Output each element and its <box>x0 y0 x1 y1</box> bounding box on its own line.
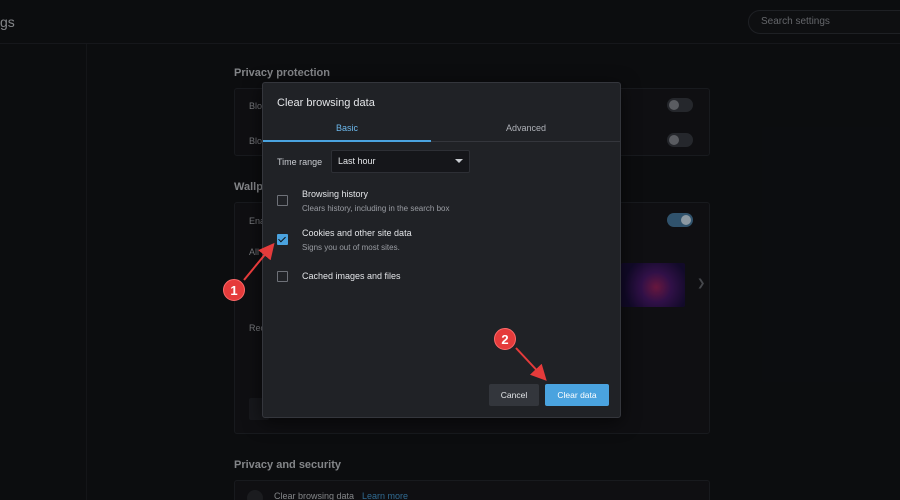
cancel-button[interactable]: Cancel <box>489 384 539 406</box>
browsing-history-description: Clears history, including in the search … <box>302 204 450 213</box>
dialog-title: Clear browsing data <box>277 97 375 109</box>
check-icon <box>278 234 286 243</box>
browsing-history-label: Browsing history <box>302 189 369 199</box>
annotation-badge-1: 1 <box>223 279 245 301</box>
annotation-badge-2: 2 <box>494 328 516 350</box>
active-tab-indicator <box>263 140 431 142</box>
time-range-label: Time range <box>277 157 323 167</box>
cookies-description: Signs you out of most sites. <box>302 243 400 252</box>
cached-images-checkbox[interactable] <box>277 271 288 282</box>
tab-basic[interactable]: Basic <box>263 123 431 141</box>
clear-data-button[interactable]: Clear data <box>545 384 609 406</box>
time-range-value: Last hour <box>338 156 376 166</box>
time-range-select[interactable]: Last hour <box>331 150 470 173</box>
cached-images-label: Cached images and files <box>302 271 401 281</box>
cookies-checkbox[interactable] <box>277 234 288 245</box>
chevron-down-icon <box>455 159 463 163</box>
browsing-history-checkbox[interactable] <box>277 195 288 206</box>
tab-advanced[interactable]: Advanced <box>441 123 611 141</box>
cookies-label: Cookies and other site data <box>302 228 412 238</box>
clear-browsing-dialog: Clear browsing data Basic Advanced Time … <box>262 82 621 418</box>
